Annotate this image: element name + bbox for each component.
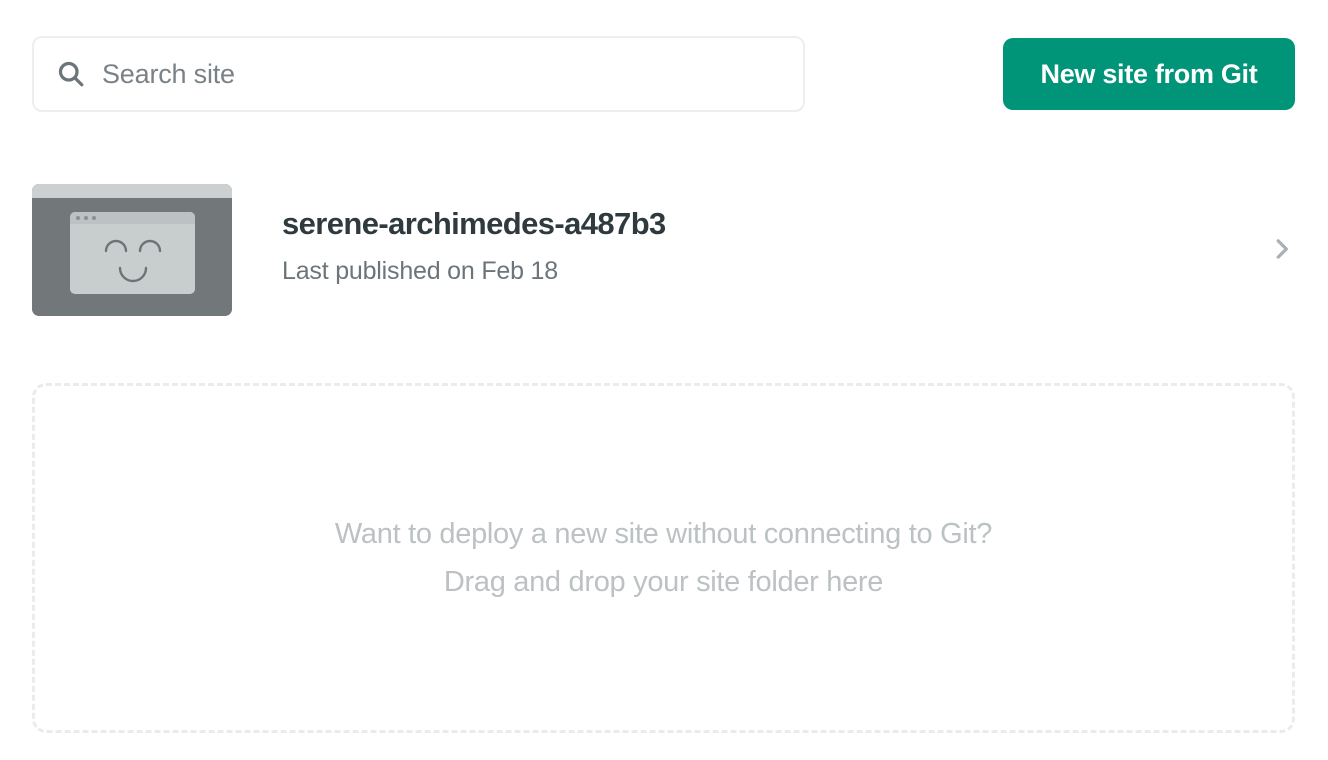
site-name: serene-archimedes-a487b3 — [282, 206, 666, 241]
chevron-right-icon[interactable] — [1269, 236, 1295, 262]
toolbar: New site from Git — [0, 0, 1328, 150]
search-input[interactable] — [102, 54, 752, 94]
titlebar-dot-icon — [92, 216, 96, 220]
dropzone-headline: Want to deploy a new site without connec… — [334, 518, 993, 550]
site-list-item[interactable]: serene-archimedes-a487b3 Last published … — [32, 184, 1295, 316]
search-icon — [58, 61, 84, 87]
search-field-wrapper[interactable] — [32, 36, 805, 112]
site-thumbnail — [32, 184, 232, 316]
titlebar-dot-icon — [76, 216, 80, 220]
titlebar-dot-icon — [84, 216, 88, 220]
drag-and-drop-zone[interactable]: Want to deploy a new site without connec… — [32, 383, 1295, 733]
smiley-browser-window-icon — [70, 212, 195, 294]
thumbnail-titlebar — [70, 212, 195, 224]
dropzone-subline: Drag and drop your site folder here — [443, 566, 884, 598]
site-info: serene-archimedes-a487b3 Last published … — [282, 206, 666, 286]
site-last-published: Last published on Feb 18 — [282, 257, 558, 285]
new-site-from-git-button[interactable]: New site from Git — [1003, 38, 1295, 110]
thumbnail-top-band — [32, 184, 232, 198]
smiley-face-icon — [104, 239, 162, 283]
